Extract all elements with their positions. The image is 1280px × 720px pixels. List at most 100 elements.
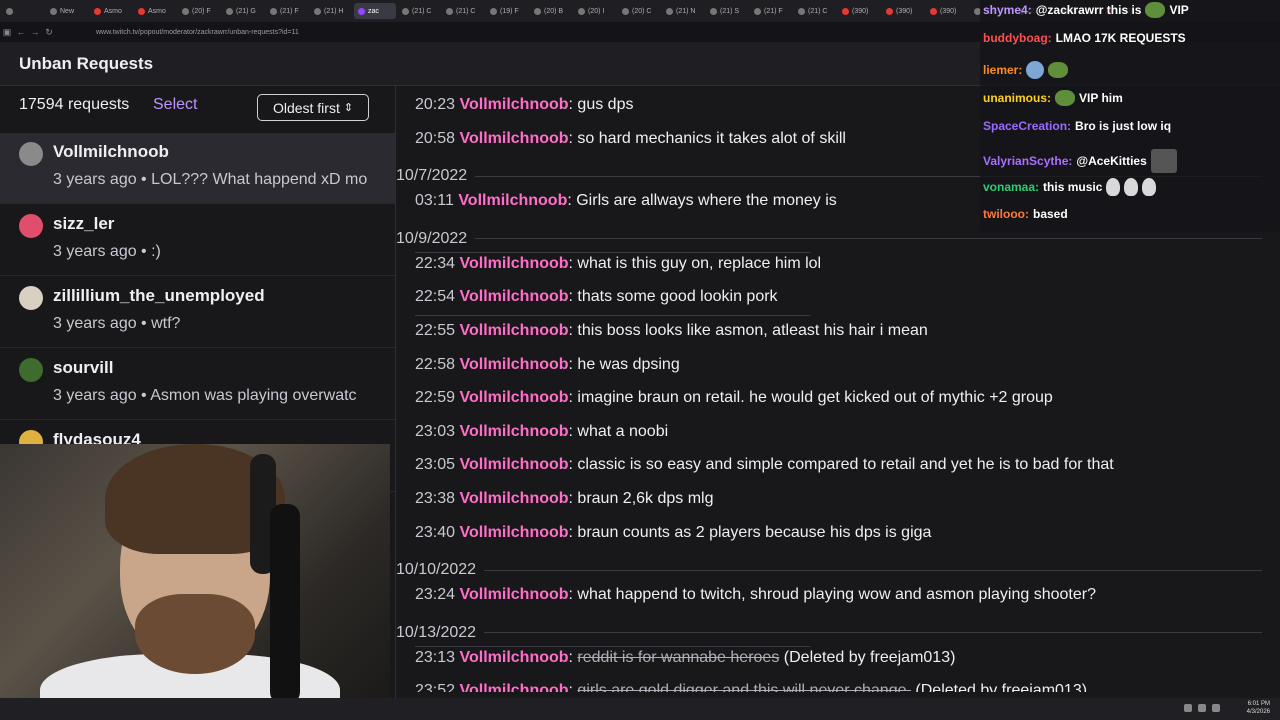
message-text: braun 2,6k dps mlg	[577, 490, 714, 507]
chat-message: 23:38 Vollmilchnoob: braun 2,6k dps mlg	[415, 490, 714, 507]
browser-tab[interactable]: (390)	[838, 3, 880, 19]
browser-tab-label: (19) F	[500, 7, 519, 15]
avatar	[19, 358, 43, 382]
divider	[484, 632, 1262, 634]
request-username: Vollmilchnoob	[53, 142, 169, 161]
message-username[interactable]: Vollmilchnoob	[460, 586, 569, 603]
request-item[interactable]: sizz_ler 3 years ago • :)	[0, 205, 395, 276]
message-username[interactable]: Vollmilchnoob	[460, 255, 569, 272]
browser-tab[interactable]: Asmo	[90, 3, 132, 19]
x-icon	[446, 7, 453, 15]
message-text: imagine braun on retail. he would get ki…	[577, 389, 1053, 407]
back-icon[interactable]: ←	[14, 27, 28, 37]
browser-tab-label: (21) C	[412, 7, 432, 15]
request-username: zillillium_the_unemployed	[53, 286, 265, 305]
message-timestamp: 23:03	[415, 422, 456, 440]
message-username[interactable]: Vollmilchnoob	[460, 456, 569, 473]
browser-tab[interactable]: (20) C	[618, 3, 660, 19]
chat-message: 20:58 Vollmilchnoob: so hard mechanics i…	[415, 129, 846, 147]
browser-tab[interactable]: New	[46, 3, 88, 19]
browser-tab-label: (390)	[940, 7, 957, 15]
x-icon	[710, 7, 717, 15]
request-item[interactable]: sourvill 3 years ago • Asmon was playing …	[0, 349, 395, 420]
clock-time: 6:01 PM	[1247, 701, 1270, 707]
stream-chat-username: buddyboag:	[983, 31, 1052, 46]
browser-tab[interactable]: Asmo	[134, 3, 176, 19]
browser-tab[interactable]: (21) C	[794, 3, 836, 19]
request-item[interactable]: Vollmilchnoob 3 years ago • LOL??? What h…	[0, 133, 395, 204]
message-username[interactable]: Vollmilchnoob	[460, 423, 569, 440]
browser-tab[interactable]: zac	[354, 3, 396, 19]
message-timestamp: 22:55	[415, 322, 456, 339]
stream-chat-text: @zackrawrr this is	[1035, 3, 1142, 17]
twitch-icon	[358, 7, 365, 15]
message-username[interactable]: Vollmilchnoob	[460, 130, 569, 147]
browser-tab[interactable]: (21) C	[442, 3, 484, 19]
message-username[interactable]: Vollmilchnoob	[458, 192, 567, 209]
frog-emote-icon	[1145, 2, 1166, 18]
message-username[interactable]: Vollmilchnoob	[460, 682, 569, 692]
microphone-icon	[270, 504, 300, 704]
browser-tab[interactable]: (21) N	[662, 3, 704, 19]
browser-tab[interactable]: (390)	[926, 3, 968, 19]
url-field[interactable]: www.twitch.tv/popout/moderator/zackrawrr…	[96, 29, 299, 36]
message-text: so hard mechanics it takes alot of skill	[577, 129, 846, 147]
browser-tab[interactable]: (20) I	[574, 3, 616, 19]
browser-tab[interactable]: (19) F	[486, 3, 528, 19]
youtube-icon	[94, 7, 101, 15]
browser-tab[interactable]: (20) B	[530, 3, 572, 19]
sidebar-toggle-icon[interactable]: ▣	[0, 27, 14, 38]
browser-tab[interactable]: (21) S	[706, 3, 748, 19]
message-username[interactable]: Vollmilchnoob	[460, 524, 569, 541]
browser-tab[interactable]: (390)	[882, 3, 924, 19]
sort-dropdown[interactable]: Oldest first ⇕	[257, 94, 369, 121]
stream-chat-overlay: shyme4: @zackrawrr this is VIP buddyboag: LM…	[980, 0, 1280, 232]
volume-icon[interactable]	[1212, 704, 1220, 712]
message-timestamp: 20:23	[415, 96, 456, 113]
x-icon	[226, 7, 233, 15]
new-tab-icon	[50, 7, 57, 15]
page-title: Unban Requests	[19, 54, 154, 73]
select-button[interactable]: Select	[153, 96, 197, 114]
stream-chat-line: vonamaa: this music	[983, 177, 1157, 196]
message-timestamp: 23:52	[415, 682, 456, 692]
message-text: what is this guy on, replace him lol	[577, 254, 822, 272]
request-preview: 3 years ago • Asmon was playing overwatc	[53, 387, 357, 404]
browser-tab[interactable]: (21) F	[750, 3, 792, 19]
message-username[interactable]: Vollmilchnoob	[460, 389, 569, 406]
browser-tab[interactable]: (21) C	[398, 3, 440, 19]
chat-message: 23:03 Vollmilchnoob: what a noobi	[415, 422, 669, 440]
browser-tab[interactable]: (21) F	[266, 3, 308, 19]
message-username[interactable]: Vollmilchnoob	[460, 322, 569, 339]
message-timestamp: 22:58	[415, 355, 456, 373]
browser-tab-label: Asmo	[104, 7, 122, 15]
stream-chat-username: shyme4:	[983, 3, 1032, 17]
browser-tab-label: (390)	[852, 7, 869, 15]
message-text: reddit is for wannabe heroes	[577, 648, 780, 666]
network-icon[interactable]	[1198, 704, 1206, 712]
divider	[475, 238, 1262, 240]
browser-tab[interactable]: (21) G	[222, 3, 264, 19]
avatar	[19, 286, 43, 310]
message-username[interactable]: Vollmilchnoob	[460, 490, 569, 507]
chat-message: 22:58 Vollmilchnoob: he was dpsing	[415, 355, 680, 373]
message-username[interactable]: Vollmilchnoob	[460, 96, 569, 113]
browser-tab[interactable]	[2, 3, 44, 19]
x-icon	[490, 7, 497, 15]
chat-message: 23:40 Vollmilchnoob: braun counts as 2 p…	[415, 523, 932, 541]
reload-icon[interactable]: ↻	[42, 27, 56, 38]
message-username[interactable]: Vollmilchnoob	[460, 356, 569, 373]
message-timestamp: 23:05	[415, 456, 456, 474]
forward-icon[interactable]: →	[28, 27, 42, 37]
message-username[interactable]: Vollmilchnoob	[460, 649, 569, 666]
clock[interactable]: 6:01 PM 4/3/2026	[1247, 700, 1270, 716]
request-item[interactable]: zillillium_the_unemployed 3 years ago • w…	[0, 277, 395, 348]
browser-tab[interactable]: (20) F	[178, 3, 220, 19]
browser-tab[interactable]: (21) H	[310, 3, 352, 19]
chat-message: 20:23 Vollmilchnoob: gus dps	[415, 96, 634, 113]
browser-tab-label: (21) F	[764, 7, 783, 15]
deleted-note: (Deleted by freejam013)	[915, 682, 1088, 692]
message-username[interactable]: Vollmilchnoob	[460, 288, 569, 305]
chevron-up-icon[interactable]	[1184, 704, 1192, 712]
browser-tab-label: (21) H	[324, 7, 344, 15]
